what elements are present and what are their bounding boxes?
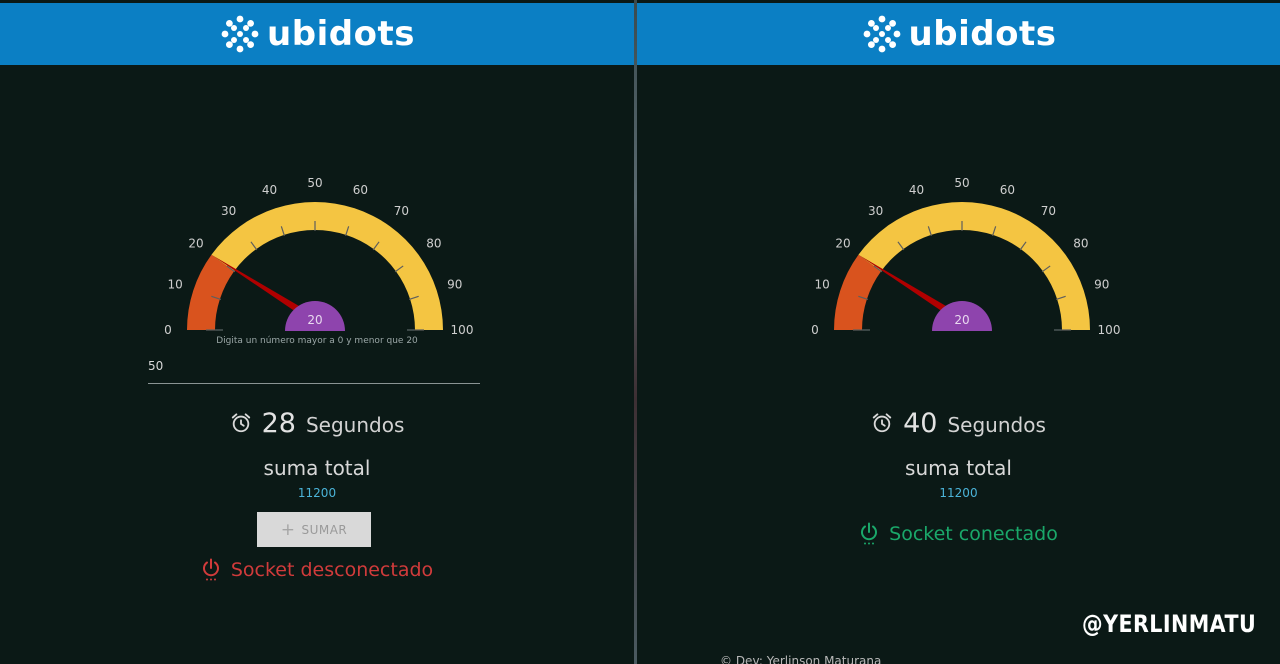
- gauge-tick-label: 50: [307, 176, 322, 190]
- sumar-button[interactable]: + SUMAR: [257, 512, 371, 547]
- number-input[interactable]: 50: [148, 358, 480, 384]
- socket-status-text: Socket conectado: [889, 523, 1058, 545]
- input-hint: Digita un número mayor a 0 y menor que 2…: [216, 336, 418, 346]
- gauge: 0 10 20 30 40 50 60 70 80 90 100 20: [811, 176, 1121, 337]
- gauge-tick-label: 20: [835, 237, 850, 251]
- suma-total-value: 11200: [939, 486, 978, 500]
- timer-count: 28: [261, 408, 296, 439]
- gauge-value-label: 20: [954, 313, 969, 327]
- socket-status-disconnected: Socket desconectado: [0, 558, 634, 582]
- gauge-tick-label: 90: [1094, 278, 1109, 292]
- gauge-tick-label: 50: [954, 176, 969, 190]
- gauge-tick-label: 80: [1073, 237, 1088, 251]
- left-panel: ubidots 0 10 20 30 40 50 60 70 80 90 100 20 Digita …: [0, 0, 634, 664]
- suma-total-label: suma total: [905, 456, 1012, 480]
- input-value: 50: [148, 359, 164, 373]
- gauge-tick-label: 0: [164, 323, 172, 337]
- power-icon: [861, 522, 878, 545]
- gauge-tick-label: 30: [868, 204, 883, 218]
- socket-status-connected: Socket conectado: [637, 522, 1280, 546]
- gauge-tick-label: 70: [394, 204, 409, 218]
- gauge-tick-label: 90: [447, 278, 462, 292]
- timer-unit: Segundos: [947, 413, 1046, 437]
- sumar-button-label: SUMAR: [301, 522, 348, 537]
- timer-unit: Segundos: [305, 413, 405, 437]
- right-panel: ubidots 0 10 20 30 40 50 60 70 80 90 100 20 40 Segu…: [637, 0, 1280, 664]
- gauge-value-label: 20: [307, 313, 322, 327]
- gauge-tick-label: 80: [426, 237, 441, 251]
- countdown-timer: 28 Segundos: [0, 408, 634, 450]
- power-icon: [202, 558, 219, 581]
- socket-status-text: Socket desconectado: [230, 559, 434, 581]
- gauge-tick-label: 10: [815, 278, 830, 292]
- gauge: 0 10 20 30 40 50 60 70 80 90 100 20: [164, 176, 474, 337]
- suma-total-value: 11200: [297, 486, 337, 500]
- gauge-tick-label: 30: [221, 204, 236, 218]
- gauge-tick-label: 60: [353, 183, 368, 197]
- alarm-clock-icon: [231, 413, 250, 433]
- gauge-tick-label: 70: [1041, 204, 1056, 218]
- gauge-tick-label: 20: [188, 237, 203, 251]
- gauge-tick-label: 10: [168, 278, 183, 292]
- gauge-tick-label: 40: [262, 183, 277, 197]
- suma-total-label: suma total: [263, 456, 371, 480]
- gauge-tick-label: 100: [451, 323, 474, 337]
- countdown-timer: 40 Segundos: [637, 408, 1280, 450]
- timer-count: 40: [903, 408, 938, 439]
- footer-credit: © Dev: Yerlinson Maturana: [720, 654, 882, 664]
- gauge-tick-label: 100: [1098, 323, 1121, 337]
- plus-icon: +: [280, 519, 296, 540]
- alarm-clock-icon: [872, 413, 892, 433]
- gauge-tick-label: 60: [1000, 183, 1015, 197]
- gauge-tick-label: 0: [811, 323, 819, 337]
- watermark: @YERLINMATU: [1082, 610, 1257, 638]
- gauge-tick-label: 40: [909, 183, 924, 197]
